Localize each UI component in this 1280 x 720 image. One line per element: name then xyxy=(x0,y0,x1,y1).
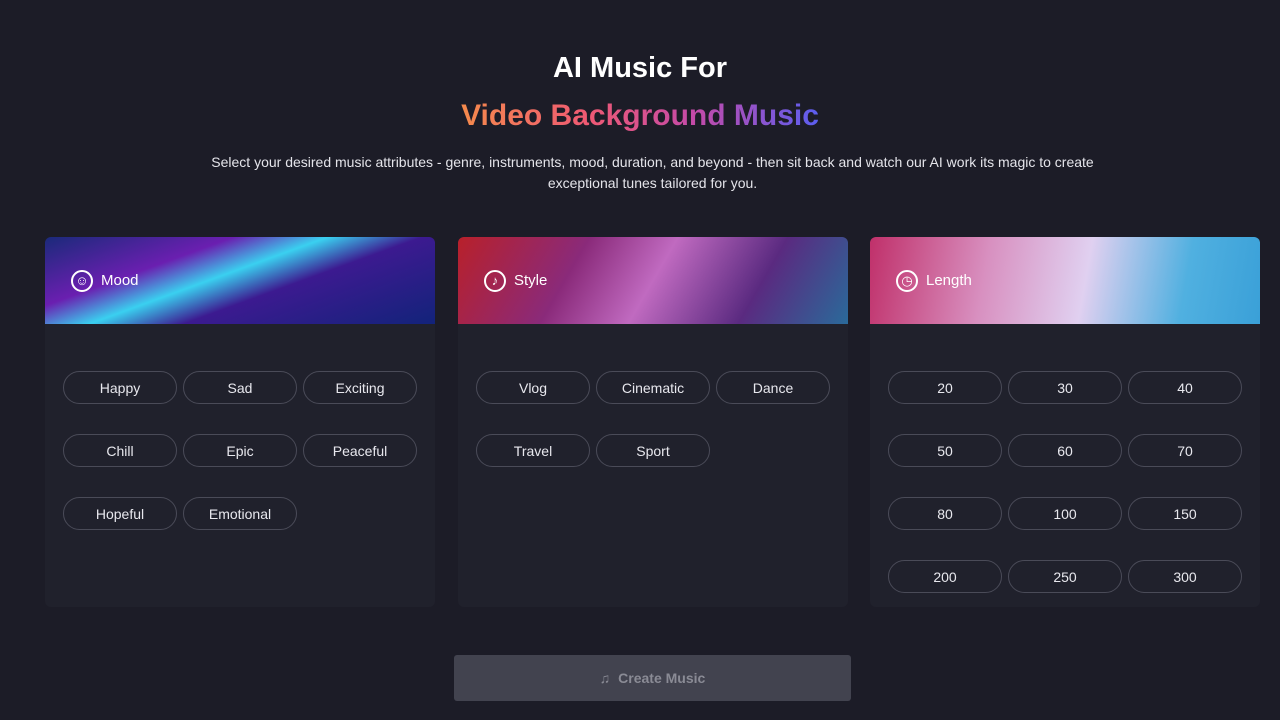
option-chip[interactable]: 80 xyxy=(888,497,1002,530)
card-title: Style xyxy=(514,272,548,289)
option-chip[interactable]: Vlog xyxy=(476,371,590,404)
music-note-icon: ♪ xyxy=(484,269,506,292)
option-chip[interactable]: Sad xyxy=(183,371,297,404)
card-title: Mood xyxy=(101,272,139,289)
option-chip[interactable]: 30 xyxy=(1008,371,1122,404)
clock-icon: ◷ xyxy=(896,269,918,292)
option-chip[interactable]: 70 xyxy=(1128,434,1242,467)
option-chip[interactable]: Peaceful xyxy=(303,434,417,467)
option-chip[interactable]: Sport xyxy=(596,434,710,467)
mood-faces-icon: ☺ xyxy=(71,269,93,292)
option-chip[interactable]: 60 xyxy=(1008,434,1122,467)
option-chip[interactable]: 50 xyxy=(888,434,1002,467)
option-chip[interactable]: Travel xyxy=(476,434,590,467)
option-chip[interactable]: Cinematic xyxy=(596,371,710,404)
option-chip[interactable]: 20 xyxy=(888,371,1002,404)
option-chip[interactable]: 40 xyxy=(1128,371,1242,404)
card-title: Length xyxy=(926,272,972,289)
card-mood: ☺ Mood Happy Sad Exciting Chill Epic Peaceful Ho… xyxy=(45,237,435,607)
card-banner: ◷ Length xyxy=(870,237,1260,324)
card-banner: ♪ Style xyxy=(458,237,848,324)
option-chip[interactable]: Epic xyxy=(183,434,297,467)
page-title: AI Music For xyxy=(552,52,727,84)
page-subtitle: Video Background Music xyxy=(461,99,819,132)
music-icon: ♫ xyxy=(599,670,611,686)
option-list: 20 30 40 50 60 70 80 100 150 200 250 300 xyxy=(888,371,1242,593)
option-list: Vlog Cinematic Dance Travel Sport xyxy=(476,371,830,467)
option-chip[interactable]: Hopeful xyxy=(63,497,177,530)
option-chip[interactable]: 150 xyxy=(1128,497,1242,530)
option-chip[interactable]: Chill xyxy=(63,434,177,467)
page-description: Select your desired music attributes - g… xyxy=(211,154,1094,191)
card-banner: ☺ Mood xyxy=(45,237,435,324)
option-chip[interactable]: 100 xyxy=(1008,497,1122,530)
create-music-button[interactable]: ♫ Create Music xyxy=(454,655,851,701)
option-chip[interactable]: Exciting xyxy=(303,371,417,404)
option-chip[interactable]: 250 xyxy=(1008,560,1122,593)
option-chip[interactable]: Happy xyxy=(63,371,177,404)
option-chip[interactable]: Emotional xyxy=(183,497,297,530)
option-chip[interactable]: 300 xyxy=(1128,560,1242,593)
option-chip[interactable]: 200 xyxy=(888,560,1002,593)
option-chip[interactable]: Dance xyxy=(716,371,830,404)
card-style: ♪ Style Vlog Cinematic Dance Travel Sport xyxy=(458,237,848,607)
option-list: Happy Sad Exciting Chill Epic Peaceful Hopeful… xyxy=(63,371,417,530)
card-length: ◷ Length 20 30 40 50 60 70 80 100 150 200 250 300 xyxy=(870,237,1260,607)
